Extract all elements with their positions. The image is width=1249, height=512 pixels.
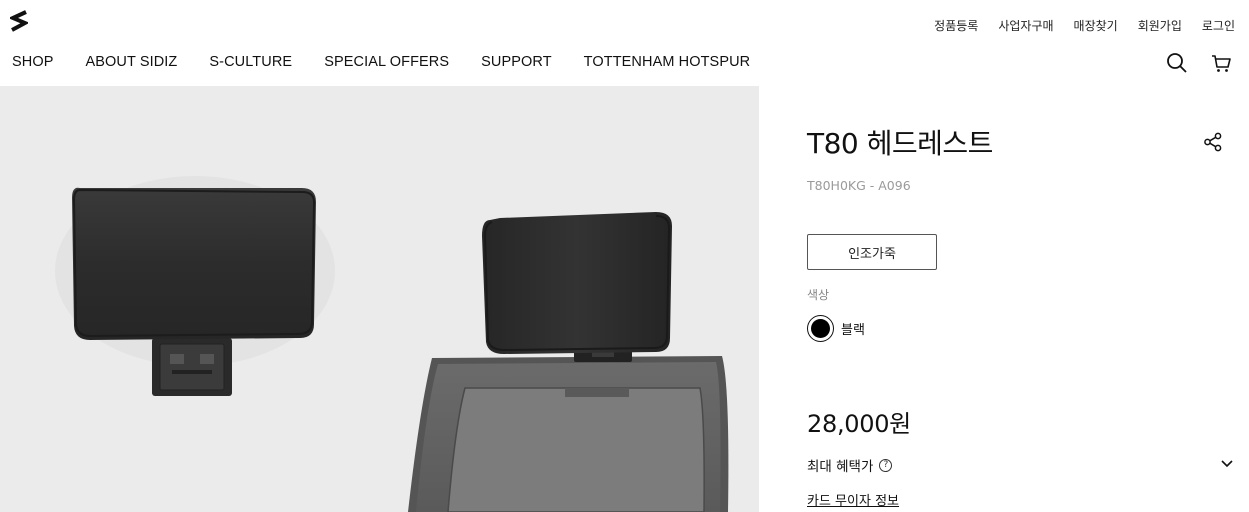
product-info-panel: T80 헤드레스트 T80H0KG - A096 인조가죽 색상 블랙 28,0… — [759, 86, 1249, 512]
chevron-down-icon[interactable] — [1220, 458, 1234, 470]
util-link-signup[interactable]: 회원가입 — [1138, 17, 1182, 34]
headrest-mounted-image — [408, 212, 729, 512]
color-label: 색상 — [807, 288, 830, 302]
nav-item-tottenham-hotspur[interactable]: TOTTENHAM HOTSPUR — [584, 54, 751, 70]
util-link-product-registration[interactable]: 정품등록 — [934, 17, 978, 34]
utility-nav: 정품등록 사업자구매 매장찾기 회원가입 로그인 — [934, 17, 1235, 34]
material-option-button[interactable]: 인조가죽 — [807, 234, 937, 270]
color-swatch[interactable] — [807, 315, 834, 342]
product-gallery[interactable] — [0, 86, 759, 512]
util-link-store-finder[interactable]: 매장찾기 — [1074, 17, 1118, 34]
max-benefit-label: 최대 혜택가 — [807, 459, 874, 475]
product-sku: T80H0KG - A096 — [807, 178, 911, 193]
color-name: 블랙 — [841, 323, 865, 338]
max-benefit-toggle[interactable]: 최대 혜택가 ? — [807, 455, 893, 475]
product-price: 28,000원 — [807, 410, 911, 438]
sidiz-logo-icon[interactable] — [10, 10, 28, 32]
nav-item-about-sidiz[interactable]: ABOUT SIDIZ — [86, 54, 178, 70]
util-link-login[interactable]: 로그인 — [1202, 17, 1235, 34]
nav-item-special-offers[interactable]: SPECIAL OFFERS — [324, 54, 449, 70]
card-installment-info-link[interactable]: 카드 무이자 정보 — [807, 490, 899, 509]
headrest-standalone-image — [55, 176, 335, 396]
util-link-business-purchase[interactable]: 사업자구매 — [998, 17, 1053, 34]
share-icon[interactable] — [1203, 132, 1223, 152]
color-option-black[interactable]: 블랙 — [807, 315, 865, 342]
product-title: T80 헤드레스트 — [807, 127, 993, 160]
help-icon[interactable]: ? — [879, 458, 893, 472]
nav-item-s-culture[interactable]: S-CULTURE — [209, 54, 292, 70]
nav-item-shop[interactable]: SHOP — [12, 54, 54, 70]
site-header: 정품등록 사업자구매 매장찾기 회원가입 로그인 SHOP ABOUT SIDI… — [0, 0, 1249, 86]
cart-icon[interactable] — [1210, 52, 1232, 74]
search-icon[interactable] — [1166, 52, 1188, 74]
nav-item-support[interactable]: SUPPORT — [481, 54, 552, 70]
main-nav: SHOP ABOUT SIDIZ S-CULTURE SPECIAL OFFER… — [12, 54, 782, 70]
color-swatch-dot — [811, 319, 830, 338]
